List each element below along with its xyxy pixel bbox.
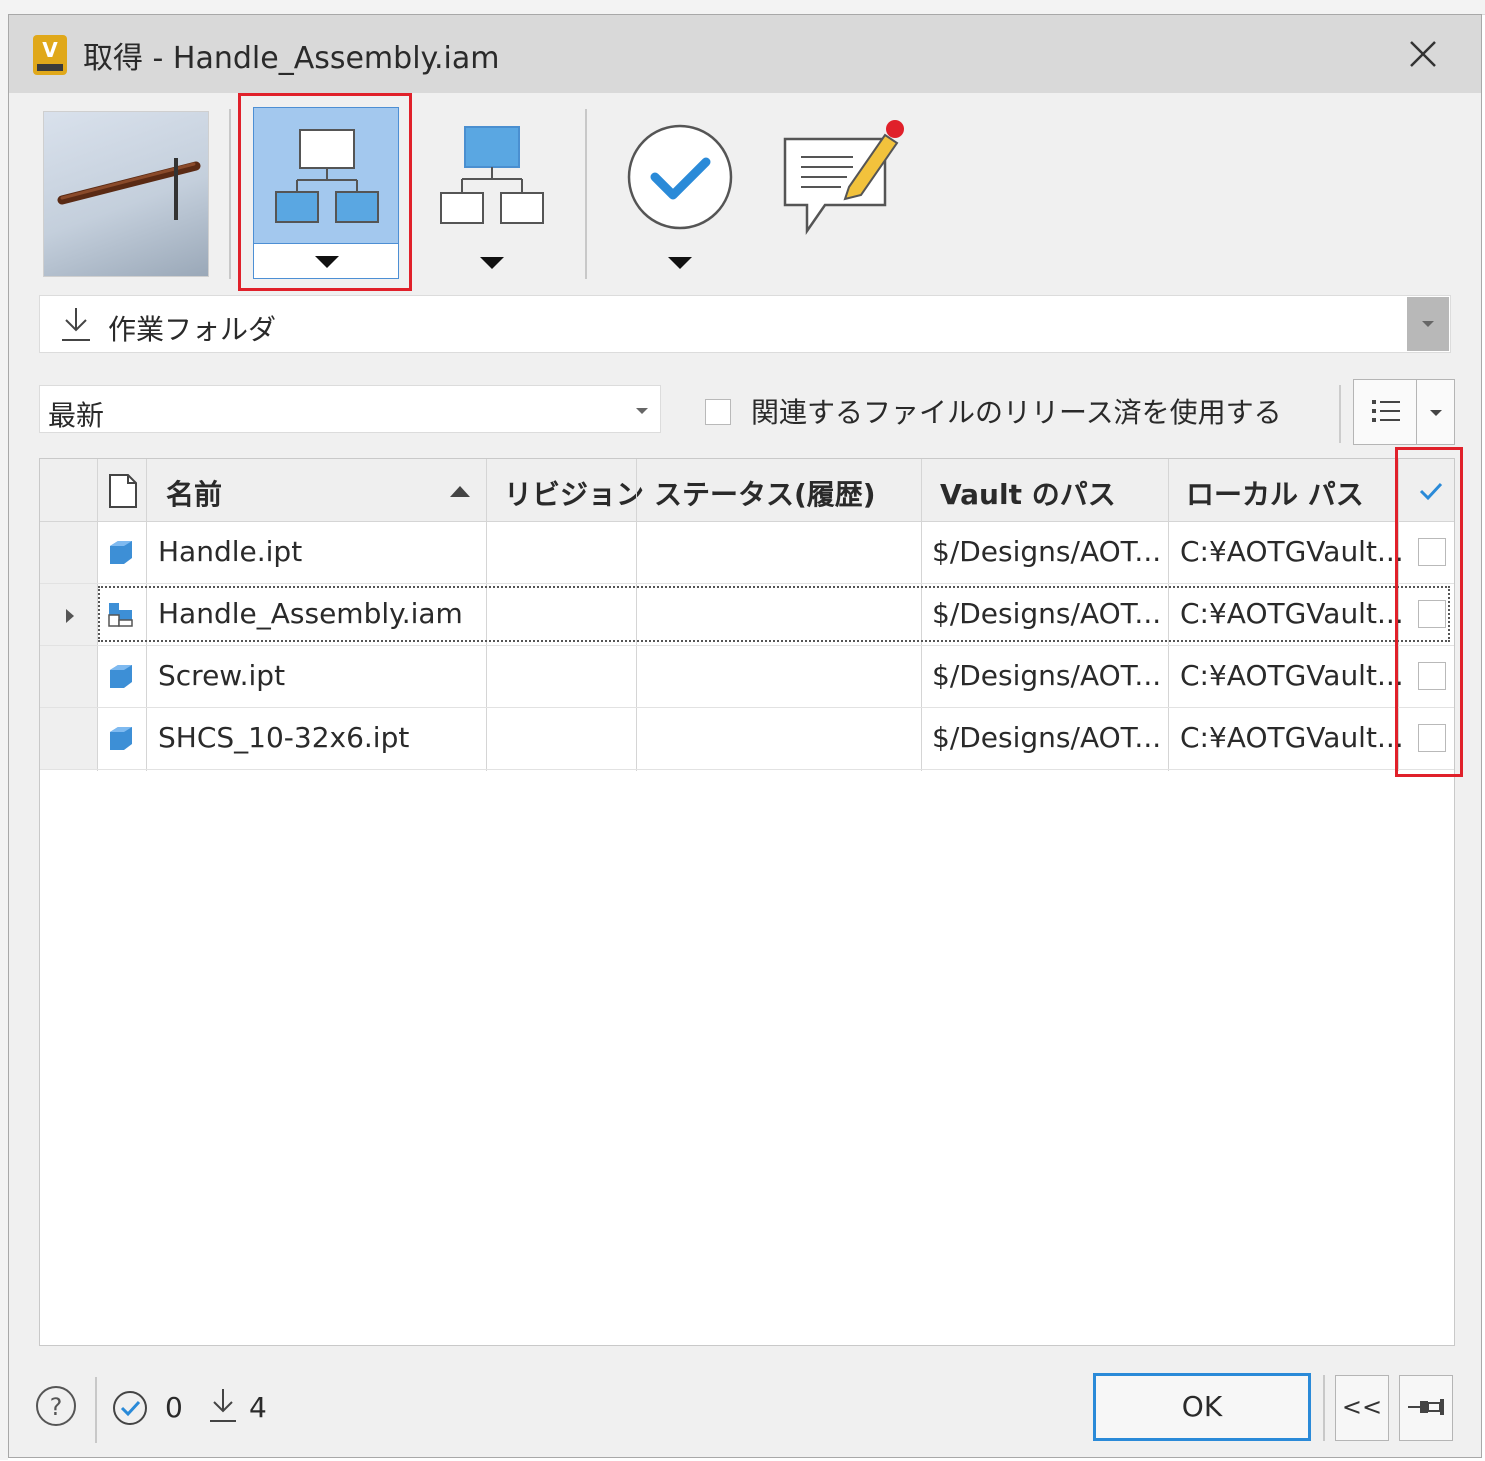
working-folder-label: 作業フォルダ [108, 313, 277, 346]
include-parents-button[interactable] [419, 107, 565, 279]
svg-text:?: ? [50, 1393, 63, 1421]
row-local-path: C:¥AOTGVault... [1180, 535, 1404, 568]
toolbar-separator [585, 109, 587, 279]
column-header-local-path[interactable]: ローカル パス [1186, 473, 1364, 513]
column-header-vault-path[interactable]: Vault のパス [940, 473, 1116, 513]
grid-header: 名前 リビジョン ステータス(履歴) Vault のパス ローカル パス [40, 459, 1454, 522]
chevron-down-icon [1422, 321, 1434, 327]
vault-app-icon: V [33, 35, 67, 75]
table-row[interactable]: SHCS_10-32x6.ipt $/Designs/AOT... C:¥AOT… [40, 708, 1454, 770]
view-options-button[interactable] [1353, 379, 1455, 445]
download-count: 4 [249, 1391, 267, 1424]
include-parents-icon [440, 126, 544, 224]
use-released-label: 関連するファイルのリリース済を使用する [751, 396, 1282, 429]
toolbar-separator [229, 109, 231, 279]
table-row[interactable]: Handle.ipt $/Designs/AOT... C:¥AOTGVault… [40, 522, 1454, 584]
ok-button[interactable]: OK [1093, 1373, 1311, 1441]
background-app-toolbar [0, 0, 1485, 15]
row-name: Handle.ipt [158, 535, 303, 568]
row-name: SHCS_10-32x6.ipt [158, 721, 410, 754]
check-options-dropdown[interactable] [607, 245, 753, 279]
chevron-down-icon [1430, 410, 1442, 416]
part-icon [110, 727, 132, 750]
status-separator [95, 1377, 97, 1443]
column-header-status[interactable]: ステータス(履歴) [654, 473, 876, 513]
row-local-path: C:¥AOTGVault... [1180, 659, 1404, 692]
row-focus-outline [98, 586, 1450, 642]
app-icon-letter: V [42, 38, 58, 62]
include-parents-dropdown[interactable] [419, 245, 565, 279]
background-app-edge [0, 14, 8, 1460]
table-row[interactable]: Screw.ipt $/Designs/AOT... C:¥AOTGVault.… [40, 646, 1454, 708]
file-grid: 名前 リビジョン ステータス(履歴) Vault のパス ローカル パス Han… [39, 458, 1455, 1346]
chevron-down-icon [636, 408, 648, 414]
working-folder-dropdown[interactable] [1407, 297, 1449, 351]
part-icon [110, 665, 132, 688]
sort-ascending-icon [450, 486, 470, 497]
check-options-button[interactable] [607, 107, 753, 279]
pin-icon [1408, 1399, 1444, 1415]
close-button[interactable] [1395, 29, 1451, 79]
close-icon [1410, 41, 1436, 67]
pin-button[interactable] [1399, 1375, 1453, 1441]
use-released-checkbox[interactable] [705, 399, 731, 425]
collapse-button[interactable]: << [1335, 1375, 1389, 1441]
checkmark-circle-icon [627, 124, 733, 230]
part-icon [110, 541, 132, 564]
toolbar-separator [1339, 385, 1341, 443]
row-name: Screw.ipt [158, 659, 286, 692]
row-vault-path: $/Designs/AOT... [932, 721, 1162, 754]
column-header-revision[interactable]: リビジョン [504, 473, 644, 513]
title-bar: V 取得 - Handle_Assembly.iam [9, 15, 1481, 93]
help-icon[interactable]: ? [35, 1385, 77, 1427]
expand-arrow-icon[interactable] [60, 604, 80, 628]
download-count-icon [210, 1389, 236, 1422]
chevron-down-icon [480, 257, 504, 269]
comment-button[interactable] [771, 107, 917, 247]
working-folder-select[interactable]: 作業フォルダ [39, 295, 1451, 353]
version-select[interactable]: 最新 [39, 385, 661, 433]
row-local-path: C:¥AOTGVault... [1180, 721, 1404, 754]
row-vault-path: $/Designs/AOT... [932, 659, 1162, 692]
column-header-name[interactable]: 名前 [166, 473, 222, 513]
row-vault-path: $/Designs/AOT... [932, 535, 1162, 568]
comment-edit-icon [783, 120, 904, 236]
model-thumbnail [43, 111, 209, 277]
list-view-icon [1372, 400, 1400, 422]
chevron-down-icon [668, 257, 692, 269]
table-row[interactable]: Handle_Assembly.iam $/Designs/AOT... C:¥… [40, 584, 1454, 646]
button-separator [1323, 1375, 1325, 1441]
highlight-box-toolbar [238, 93, 412, 291]
version-selected-value: 最新 [48, 399, 105, 432]
dialog-title: 取得 - Handle_Assembly.iam [83, 41, 500, 76]
checked-count-icon [113, 1391, 147, 1425]
highlight-box-checkbox-column [1395, 447, 1463, 777]
file-type-icon [109, 474, 137, 508]
get-dialog: V 取得 - Handle_Assembly.iam 作業フォルダ 最新 関連す… [8, 14, 1482, 1458]
checked-count: 0 [165, 1391, 183, 1424]
download-arrow-icon [62, 308, 90, 341]
